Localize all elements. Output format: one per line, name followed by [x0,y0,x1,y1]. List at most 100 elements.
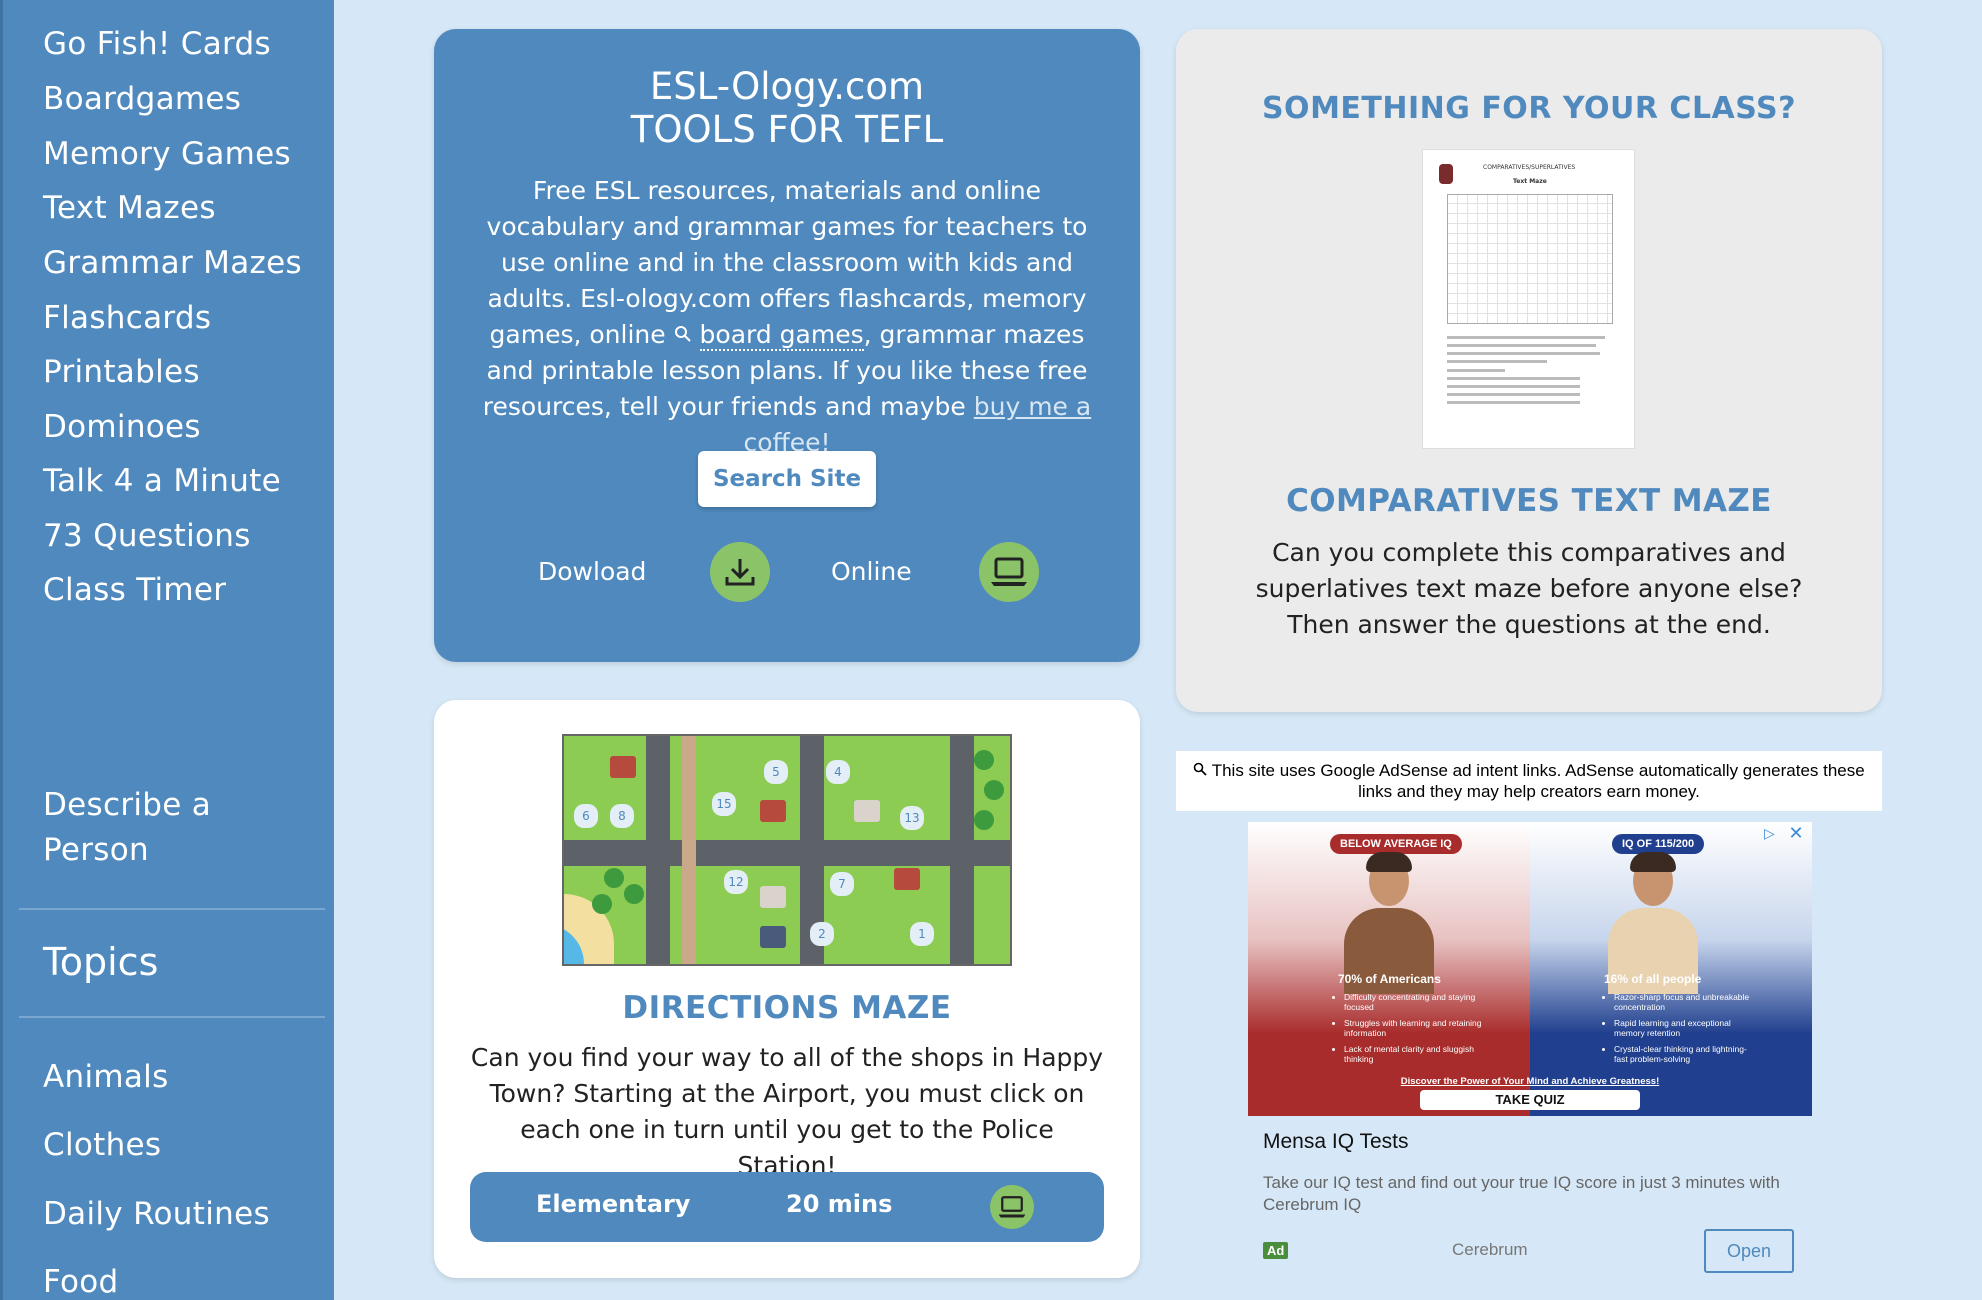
ad-bullet: Rapid learning and exceptional memory re… [1614,1018,1752,1038]
sidebar-item-talk-4-a-minute[interactable]: Talk 4 a Minute [43,463,281,499]
map-block-number: 1 [910,922,934,946]
sidebar-item-class-timer[interactable]: Class Timer [43,572,226,608]
map-tree [974,750,994,770]
hero-description: Free ESL resources, materials and online… [470,173,1104,461]
ad-bullet: Crystal-clear thinking and lightning-fas… [1614,1044,1752,1064]
adchoices-icon[interactable]: ▷ [1764,826,1782,844]
sidebar: Go Fish! Cards Boardgames Memory Games T… [0,0,334,1300]
ad-title[interactable]: Mensa IQ Tests [1263,1130,1409,1154]
map-tree [604,868,624,888]
ad-right-stat: 16% of all people [1604,972,1702,986]
owl-logo-icon [1439,164,1453,184]
map-tree [984,780,1004,800]
search-small-icon [1193,761,1211,780]
sidebar-divider [19,908,325,910]
worksheet-title: COMPARATIVES/SUPERLATIVES [1483,164,1576,171]
ad-bullet: Struggles with learning and retaining in… [1344,1018,1482,1038]
sidebar-item-dominoes[interactable]: Dominoes [43,409,201,445]
laptop-icon[interactable] [990,1185,1034,1229]
ad-advertiser: Cerebrum [1452,1240,1528,1259]
ad-right-panel: IQ OF 115/200 16% of all people Razor-sh… [1530,822,1812,1116]
maze-map-image[interactable]: 6 8 5 15 4 13 12 7 2 1 [562,734,1012,966]
map-block-number: 12 [724,870,748,894]
map-road [564,840,1010,866]
adsense-notice-text: This site uses Google AdSense ad intent … [1211,761,1865,801]
level-label: Elementary [536,1190,691,1218]
ad-right-badge: IQ OF 115/200 [1612,834,1705,854]
map-block-number: 13 [900,806,924,830]
worksheet-letter-grid [1447,194,1613,324]
worksheet-text-lines [1447,336,1613,409]
maze-info-bar: Elementary 20 mins [470,1172,1104,1242]
download-label: Dowload [538,557,647,586]
sidebar-topic-animals[interactable]: Animals [43,1059,169,1095]
sidebar-item-describe-a-person[interactable]: Describe a Person [43,783,303,873]
map-house [894,868,920,890]
map-block-number: 2 [810,922,834,946]
map-house [610,756,636,778]
map-block-number: 7 [830,872,854,896]
map-block-number: 8 [610,804,634,828]
sidebar-divider [19,1016,325,1018]
featured-card[interactable]: SOMETHING FOR YOUR CLASS? COMPARATIVES/S… [1176,29,1882,712]
map-road [646,736,670,964]
take-quiz-button[interactable]: TAKE QUIZ [1420,1090,1640,1110]
map-block-number: 6 [574,804,598,828]
map-house [854,800,880,822]
ad-tag: Ad [1263,1242,1289,1259]
worksheet-thumbnail[interactable]: COMPARATIVES/SUPERLATIVES Text Maze [1422,149,1635,449]
sidebar-item-memory-games[interactable]: Memory Games [43,136,291,172]
download-icon[interactable] [710,542,770,602]
sidebar-item-73-questions[interactable]: 73 Questions [43,518,251,554]
ad-right-bullets: Razor-sharp focus and unbreakable concen… [1602,992,1752,1070]
advertisement[interactable]: BELOW AVERAGE IQ 70% of Americans Diffic… [1248,822,1812,1278]
ad-left-stat: 70% of Americans [1338,972,1441,986]
hero-title-line1: ESL-Ology.com [649,65,925,108]
map-house [760,886,786,908]
maze-title[interactable]: DIRECTIONS MAZE [434,990,1140,1026]
featured-description: Can you complete this comparatives and s… [1255,538,1803,639]
featured-title[interactable]: COMPARATIVES TEXT MAZE [1176,483,1882,519]
sidebar-item-printables[interactable]: Printables [43,354,200,390]
map-house [760,800,786,822]
sidebar-topic-daily-routines[interactable]: Daily Routines [43,1196,270,1232]
worksheet-subtitle: Text Maze [1513,178,1547,185]
map-block-number: 15 [712,792,736,816]
sidebar-item-text-mazes[interactable]: Text Mazes [43,190,216,226]
ad-left-badge: BELOW AVERAGE IQ [1330,834,1462,854]
sidebar-topics-heading: Topics [43,940,159,984]
ad-left-panel: BELOW AVERAGE IQ 70% of Americans Diffic… [1248,822,1530,1116]
featured-heading: SOMETHING FOR YOUR CLASS? [1261,91,1797,126]
sidebar-topic-food[interactable]: Food [43,1264,119,1300]
sidebar-item-go-fish-cards[interactable]: Go Fish! Cards [43,26,271,62]
hero-title: ESL-Ology.com TOOLS FOR TEFL [434,65,1140,151]
board-games-link[interactable]: board games [699,320,864,351]
hero-title-line2: TOOLS FOR TEFL [630,108,944,151]
search-site-button[interactable]: Search Site [698,451,876,507]
ad-open-button[interactable]: Open [1704,1229,1794,1273]
directions-maze-card[interactable]: 6 8 5 15 4 13 12 7 2 1 DIRECTIONS MAZE C… [434,700,1140,1278]
map-house [760,926,786,948]
ad-left-bullets: Difficulty concentrating and staying foc… [1332,992,1482,1070]
ad-image[interactable]: BELOW AVERAGE IQ 70% of Americans Diffic… [1248,822,1812,1116]
online-label: Online [831,557,912,586]
ad-discover-link[interactable]: Discover the Power of Your Mind and Achi… [1248,1076,1812,1087]
ad-bullet: Razor-sharp focus and unbreakable concen… [1614,992,1752,1012]
map-tree [624,884,644,904]
laptop-icon[interactable] [979,542,1039,602]
duration-label: 20 mins [786,1190,893,1218]
sidebar-item-flashcards[interactable]: Flashcards [43,300,211,336]
map-tree [974,810,994,830]
adsense-notice: This site uses Google AdSense ad intent … [1176,751,1882,811]
sidebar-item-grammar-mazes[interactable]: Grammar Mazes [43,245,302,281]
search-small-icon [674,320,700,349]
map-tree [592,894,612,914]
maze-description: Can you find your way to all of the shop… [470,1043,1104,1180]
ad-text: Take our IQ test and find out your true … [1263,1173,1780,1214]
hero-card: ESL-Ology.com TOOLS FOR TEFL Free ESL re… [434,29,1140,662]
sidebar-item-boardgames[interactable]: Boardgames [43,81,241,117]
close-icon[interactable]: ✕ [1786,824,1806,844]
ad-bullet: Difficulty concentrating and staying foc… [1344,992,1482,1012]
map-block-number: 4 [826,760,850,784]
sidebar-topic-clothes[interactable]: Clothes [43,1127,161,1163]
